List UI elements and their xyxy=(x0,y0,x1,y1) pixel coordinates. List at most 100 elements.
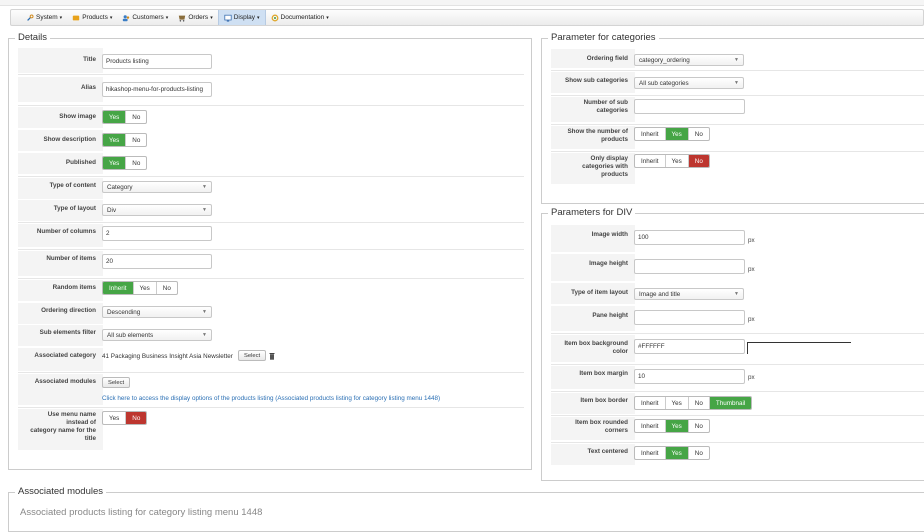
inherit-option[interactable]: Inherit xyxy=(635,128,666,140)
random-toggle[interactable]: Inherit Yes No xyxy=(102,281,178,295)
orders-icon xyxy=(179,15,186,22)
assoc-modules-select-button[interactable]: Select xyxy=(102,377,131,388)
show-image-toggle[interactable]: Yes No xyxy=(102,110,148,124)
yes-option[interactable]: Yes xyxy=(103,412,127,424)
type-content-label: Type of content xyxy=(18,178,103,200)
menu-documentation[interactable]: Documentation ▾ xyxy=(266,10,334,25)
title-label: Title xyxy=(18,48,103,74)
documentation-icon xyxy=(271,14,278,21)
alias-label: Alias xyxy=(18,77,103,103)
yes-option[interactable]: Yes xyxy=(665,128,689,140)
color-preview[interactable] xyxy=(747,342,851,354)
centered-label: Text centered xyxy=(551,444,635,466)
centered-toggle[interactable]: Inherit Yes No xyxy=(634,446,710,460)
no-option[interactable]: No xyxy=(157,282,177,294)
modules-display-link[interactable]: Click here to access the display options… xyxy=(102,395,440,402)
img-height-input[interactable] xyxy=(634,259,745,274)
assoc-modules-panel: Associated modules Associated products l… xyxy=(8,486,924,532)
px-unit: px xyxy=(748,266,755,273)
yes-option[interactable]: Yes xyxy=(666,397,689,409)
no-option[interactable]: No xyxy=(689,128,709,140)
no-option[interactable]: No xyxy=(689,420,709,432)
menu-orders[interactable]: Orders ▾ xyxy=(173,10,217,25)
div-legend: Parameters for DIV xyxy=(548,207,636,218)
yes-option[interactable]: Yes xyxy=(103,134,127,146)
border-label: Item box border xyxy=(551,393,635,415)
type-content-select[interactable]: Category ▼ xyxy=(102,181,212,193)
menu-label: Customers xyxy=(132,14,164,21)
show-sub-label: Show sub categories xyxy=(551,72,635,94)
num-sub-input[interactable] xyxy=(634,99,745,114)
wrench-icon xyxy=(27,13,34,21)
details-legend: Details xyxy=(15,32,51,43)
no-option[interactable]: No xyxy=(689,447,709,459)
items-label: Number of items xyxy=(18,251,103,277)
sub-filter-select[interactable]: All sub elements ▼ xyxy=(102,329,212,341)
no-option[interactable]: No xyxy=(689,397,710,409)
sub-filter-label: Sub elements filter xyxy=(18,325,103,347)
type-layout-label: Type of layout xyxy=(18,200,103,222)
inherit-option[interactable]: Inherit xyxy=(635,397,666,409)
only-display-toggle[interactable]: Inherit Yes No xyxy=(634,154,710,168)
show-sub-select[interactable]: All sub categories ▼ xyxy=(634,77,744,89)
img-width-label: Image width xyxy=(551,225,635,253)
bg-color-label: Item box background color xyxy=(551,335,635,363)
menu-label: System xyxy=(36,14,58,21)
assoc-cat-select-button[interactable]: Select xyxy=(238,350,267,361)
items-input[interactable]: 20 xyxy=(102,254,212,269)
rounded-toggle[interactable]: Inherit Yes No xyxy=(634,419,710,433)
border-toggle[interactable]: Inherit Yes No Thumbnail xyxy=(634,396,753,410)
top-strip xyxy=(0,0,924,6)
use-menu-toggle[interactable]: Yes No xyxy=(102,411,148,425)
no-option[interactable]: No xyxy=(126,412,147,424)
item-layout-select[interactable]: Image and title ▼ xyxy=(634,288,744,300)
title-input[interactable]: Products listing xyxy=(102,54,212,69)
no-option[interactable]: No xyxy=(126,111,146,123)
show-description-toggle[interactable]: Yes No xyxy=(102,133,148,147)
yes-option[interactable]: Yes xyxy=(665,420,689,432)
type-layout-select[interactable]: Div ▼ xyxy=(102,204,212,216)
use-menu-label: Use menu name instead of category name f… xyxy=(18,409,103,451)
px-unit: px xyxy=(748,316,755,323)
margin-input[interactable]: 10 xyxy=(634,369,745,384)
yes-option[interactable]: Yes xyxy=(103,111,127,123)
customers-icon xyxy=(123,14,130,21)
bg-color-input[interactable]: #FFFFFF xyxy=(634,339,745,354)
ordering-dir-label: Ordering direction xyxy=(18,303,103,325)
menu-label: Orders xyxy=(188,14,209,21)
inherit-option[interactable]: Inherit xyxy=(635,420,666,432)
ordering-field-label: Ordering field xyxy=(551,49,635,69)
yes-option[interactable]: Yes xyxy=(665,447,689,459)
ordering-field-select[interactable]: category_ordering ▼ xyxy=(634,54,744,66)
trash-icon[interactable] xyxy=(269,352,275,360)
columns-label: Number of columns xyxy=(18,224,103,248)
no-option[interactable]: No xyxy=(688,155,709,167)
img-width-input[interactable]: 100 xyxy=(634,230,745,245)
yes-option[interactable]: Yes xyxy=(134,282,157,294)
menu-label: Products xyxy=(82,14,108,21)
menu-products[interactable]: Products ▾ xyxy=(67,10,117,25)
published-toggle[interactable]: Yes No xyxy=(102,156,148,170)
inherit-option[interactable]: Inherit xyxy=(635,155,666,167)
no-option[interactable]: No xyxy=(126,157,146,169)
ordering-dir-select[interactable]: Descending ▼ xyxy=(102,306,212,318)
categories-legend: Parameter for categories xyxy=(548,32,659,43)
menu-customers[interactable]: Customers ▾ xyxy=(117,10,173,25)
random-label: Random items xyxy=(18,280,103,302)
alias-input[interactable]: hikashop-menu-for-products-listing xyxy=(102,82,212,97)
show-num-toggle[interactable]: Inherit Yes No xyxy=(634,127,710,141)
columns-input[interactable]: 2 xyxy=(102,226,212,241)
pane-height-input[interactable] xyxy=(634,310,745,325)
menu-display[interactable]: Display ▾ xyxy=(217,10,266,25)
px-unit: px xyxy=(748,374,755,381)
yes-option[interactable]: Yes xyxy=(103,157,127,169)
inherit-option[interactable]: Inherit xyxy=(635,447,666,459)
inherit-option[interactable]: Inherit xyxy=(103,282,134,294)
assoc-modules-legend: Associated modules xyxy=(15,486,107,497)
assoc-cat-label: Associated category xyxy=(18,348,103,372)
thumbnail-option[interactable]: Thumbnail xyxy=(709,397,752,409)
margin-label: Item box margin xyxy=(551,366,635,390)
yes-option[interactable]: Yes xyxy=(666,155,689,167)
menu-system[interactable]: System ▾ xyxy=(21,10,67,25)
no-option[interactable]: No xyxy=(126,134,146,146)
